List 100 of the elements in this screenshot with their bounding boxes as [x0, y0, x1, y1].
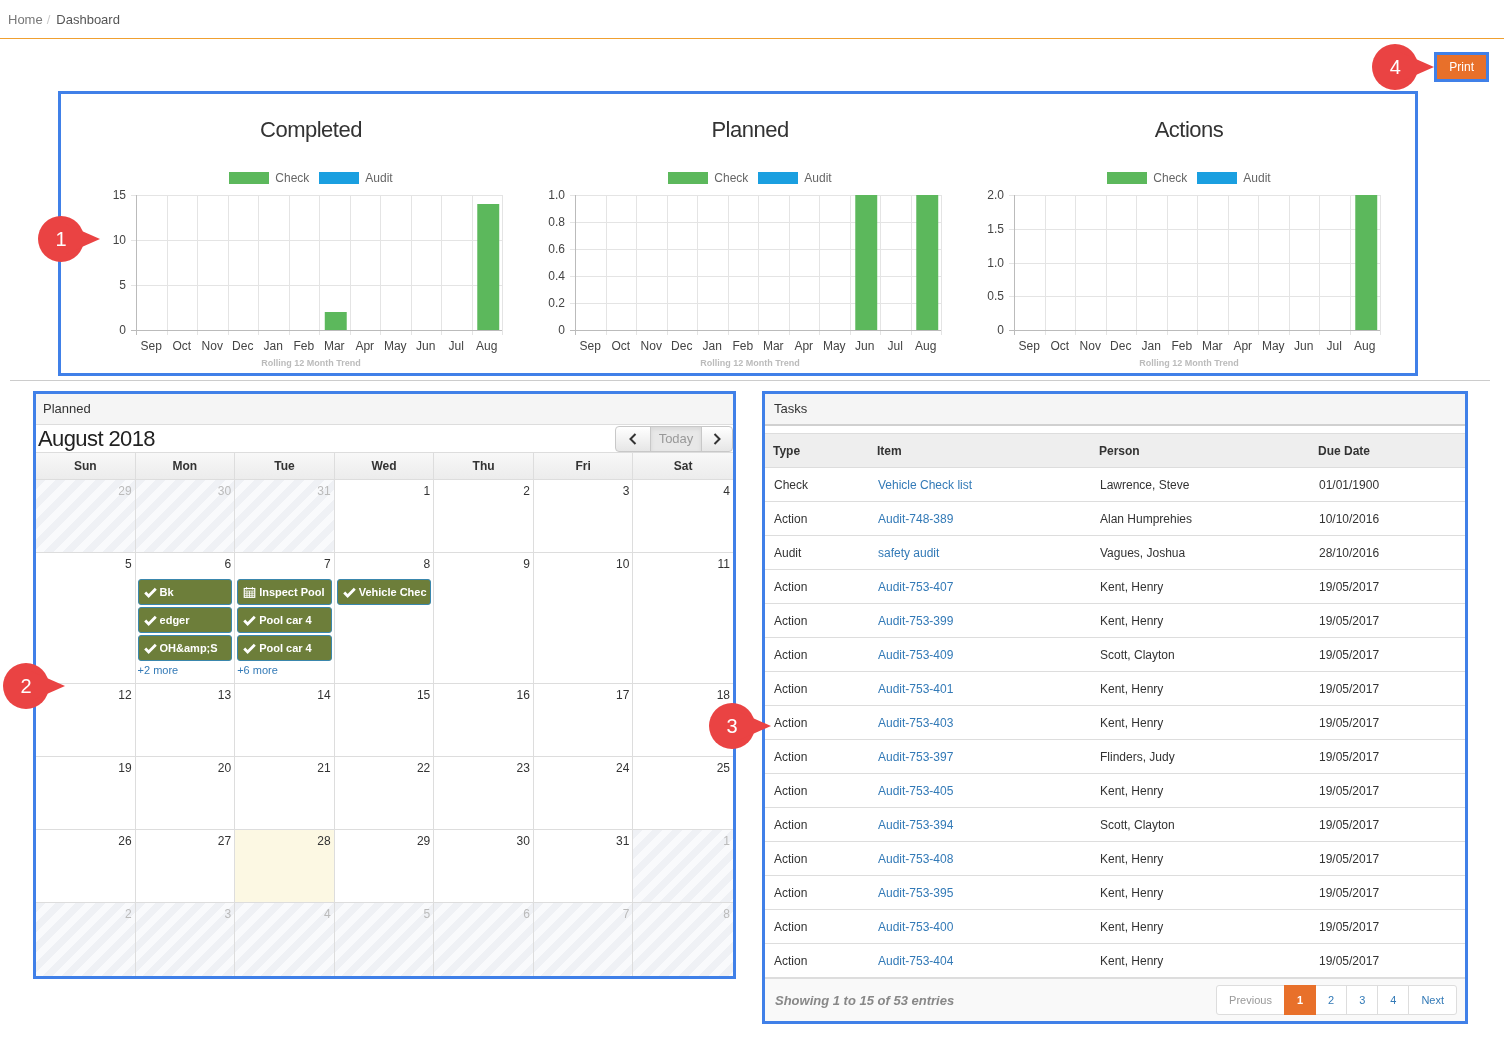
- table-cell: Kent, Henry: [1100, 613, 1164, 628]
- table-cell: Action: [774, 715, 808, 730]
- legend-label: Check: [275, 171, 310, 185]
- task-link[interactable]: Audit-753-400: [878, 919, 954, 934]
- pagination-button[interactable]: 2: [1315, 985, 1348, 1015]
- table-cell: Lawrence, Steve: [1100, 477, 1190, 492]
- x-axis-label: Aug: [476, 339, 498, 353]
- task-link[interactable]: Audit-753-397: [878, 749, 954, 764]
- task-link[interactable]: safety audit: [878, 545, 940, 560]
- pagination-button[interactable]: 1: [1283, 985, 1316, 1015]
- y-axis-label: 0.6: [548, 242, 565, 256]
- x-axis-label: Nov: [1079, 339, 1101, 353]
- axis-title: Rolling 12 Month Trend: [1139, 357, 1239, 369]
- task-link[interactable]: Audit-748-389: [878, 511, 954, 526]
- table-cell: Action: [774, 919, 808, 934]
- column-header[interactable]: Type: [773, 443, 801, 458]
- x-axis-label: Jul: [448, 339, 464, 353]
- task-link[interactable]: Audit-753-409: [878, 647, 954, 662]
- table-cell: Action: [774, 851, 808, 866]
- weekday-header: Mon: [135, 453, 236, 480]
- table-cell: 19/05/2017: [1319, 749, 1380, 764]
- day-number: 23: [515, 760, 531, 775]
- x-axis-label: Feb: [1171, 339, 1193, 353]
- column-header[interactable]: Person: [1099, 443, 1140, 458]
- more-events-link[interactable]: +6 more: [237, 663, 278, 677]
- table-cell: Kent, Henry: [1100, 715, 1164, 730]
- task-link[interactable]: Audit-753-401: [878, 681, 954, 696]
- task-link[interactable]: Audit-753-394: [878, 817, 954, 832]
- y-axis-label: 5: [119, 278, 126, 292]
- table-cell: Action: [774, 511, 808, 526]
- check-icon: [143, 642, 157, 654]
- panel-heading: Planned: [36, 394, 733, 425]
- legend-label: Check: [1153, 171, 1188, 185]
- x-axis-label: Feb: [293, 339, 315, 353]
- calendar-event[interactable]: Inspect Pool: [237, 579, 332, 605]
- pagination-button[interactable]: 3: [1346, 985, 1379, 1015]
- x-axis-label: Mar: [323, 339, 345, 353]
- y-axis-label: 0.4: [548, 269, 565, 283]
- task-link[interactable]: Vehicle Check list: [878, 477, 973, 492]
- day-number: 4: [722, 483, 731, 498]
- next-month-button[interactable]: [701, 425, 733, 452]
- more-events-link[interactable]: +2 more: [137, 663, 179, 677]
- entries-summary: Showing 1 to 15 of 53 entries: [775, 992, 955, 1008]
- day-number: 24: [615, 760, 631, 775]
- task-link[interactable]: Audit-753-404: [878, 953, 954, 968]
- table-cell: Action: [774, 885, 808, 900]
- y-axis-label: 10: [112, 233, 126, 247]
- day-number: 10: [615, 556, 631, 571]
- weekday-header: Wed: [334, 453, 435, 480]
- x-axis-label: Mar: [762, 339, 784, 353]
- task-link[interactable]: Audit-753-407: [878, 579, 954, 594]
- axis-title: Rolling 12 Month Trend: [700, 357, 800, 369]
- day-number: 8: [722, 906, 731, 921]
- day-number: 15: [415, 687, 432, 702]
- previous-month-button[interactable]: [615, 425, 651, 452]
- day-number: 20: [216, 760, 233, 775]
- x-axis-label: Jan: [702, 339, 722, 353]
- calendar-event[interactable]: Vehicle Chec: [336, 579, 432, 605]
- day-number: 11: [716, 556, 731, 571]
- pagination-button[interactable]: Next: [1408, 985, 1457, 1015]
- breadcrumb-separator: /: [45, 11, 52, 27]
- day-number: 19: [117, 760, 133, 775]
- task-link[interactable]: Audit-753-405: [878, 783, 954, 798]
- day-number: 1: [422, 483, 432, 498]
- table-cell: Action: [774, 817, 808, 832]
- breadcrumb-link[interactable]: Home: [8, 11, 43, 27]
- calendar-event[interactable]: Pool car 4: [237, 607, 332, 633]
- table-cell: 19/05/2017: [1319, 681, 1380, 696]
- x-axis-label: Feb: [732, 339, 754, 353]
- day-number: 29: [415, 833, 432, 848]
- task-link[interactable]: Audit-753-403: [878, 715, 954, 730]
- task-link[interactable]: Audit-753-395: [878, 885, 954, 900]
- table-cell: Action: [774, 579, 808, 594]
- day-number: 26: [117, 833, 133, 848]
- legend-label: Audit: [804, 171, 832, 185]
- pagination-button[interactable]: 4: [1377, 985, 1410, 1015]
- column-header[interactable]: Due Date: [1318, 443, 1370, 458]
- column-header[interactable]: Item: [877, 443, 902, 458]
- y-axis-label: 1.0: [548, 188, 565, 202]
- x-axis-label: Jan: [263, 339, 283, 353]
- chevron-left-icon: [629, 432, 637, 445]
- print-button[interactable]: Print: [1434, 52, 1489, 82]
- day-number: 28: [316, 833, 332, 848]
- x-axis-label: Jun: [416, 339, 436, 353]
- calendar-event[interactable]: edger: [137, 607, 233, 633]
- day-number: 18: [715, 687, 731, 702]
- x-axis-label: Apr: [794, 339, 814, 353]
- calendar-event[interactable]: Bk: [137, 579, 233, 605]
- table-cell: Flinders, Judy: [1100, 749, 1175, 764]
- calendar-event[interactable]: Pool car 4: [237, 635, 332, 661]
- chart-title: Actions: [1154, 116, 1224, 144]
- weekday-header: Sat: [633, 453, 733, 480]
- day-number: 17: [615, 687, 631, 702]
- task-link[interactable]: Audit-753-408: [878, 851, 954, 866]
- calendar-icon: [243, 586, 257, 598]
- task-link[interactable]: Audit-753-399: [878, 613, 954, 628]
- day-number: 22: [415, 760, 432, 775]
- day-number: 1: [722, 833, 731, 848]
- calendar-event[interactable]: OH&amp;S: [137, 635, 233, 661]
- table-cell: Kent, Henry: [1100, 885, 1164, 900]
